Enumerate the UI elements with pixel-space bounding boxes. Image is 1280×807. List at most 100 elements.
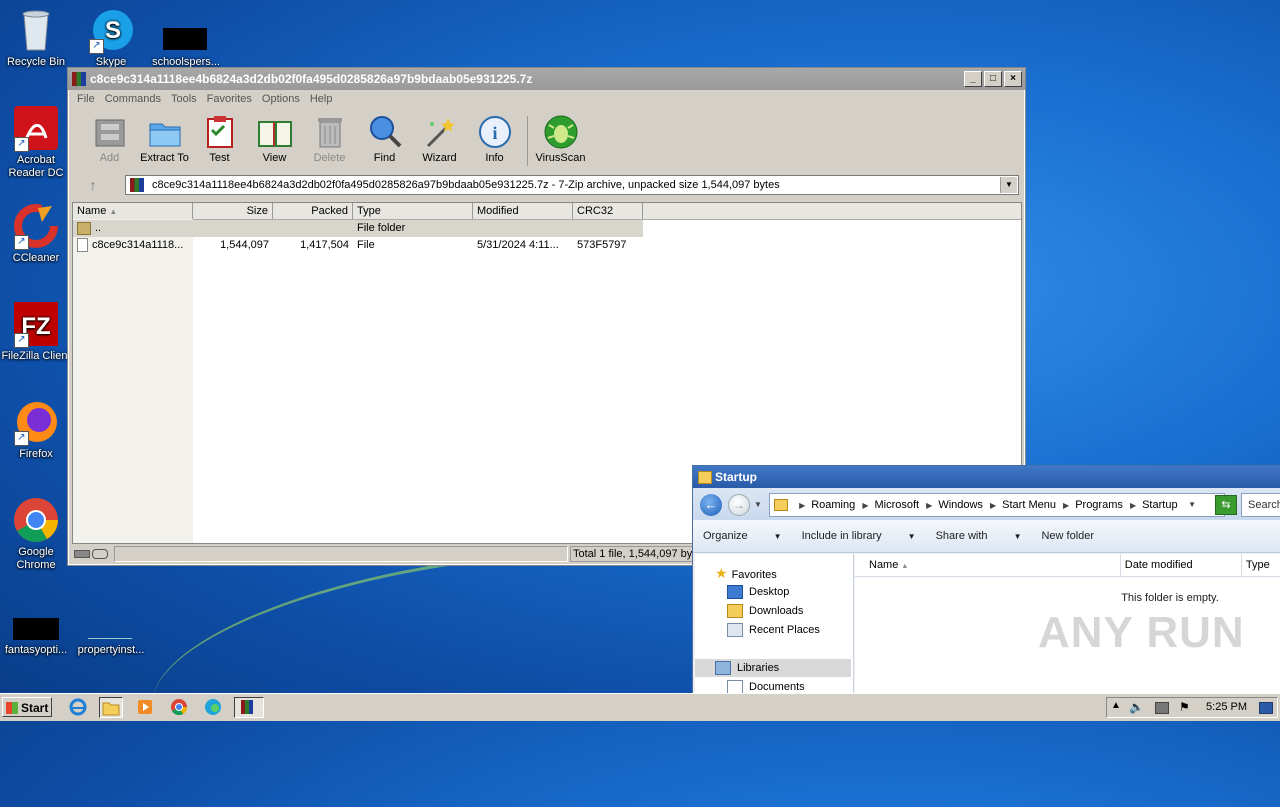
nav-downloads[interactable]: Downloads [727,602,803,620]
desktop-icon-ccleaner[interactable]: ↗ CCleaner [0,202,72,265]
breadcrumb-roaming[interactable]: Roaming [811,499,855,511]
forward-button[interactable]: → [728,494,750,516]
bug-icon [543,114,579,150]
sort-asc-icon: ▲ [109,207,118,216]
extract-to-button[interactable]: Extract To [137,108,192,164]
desktop-icon-firefox[interactable]: ↗ Firefox [0,398,72,461]
share-with-button[interactable]: Share with ▼ [936,530,1022,542]
menu-options[interactable]: Options [257,90,305,108]
sevenzip-app-icon [72,72,86,86]
refresh-button[interactable]: ⇆ [1215,495,1237,515]
explorer-navbar: ← → ▼ ▶ Roaming ▶ Microsoft ▶ Windows ▶ Star… [693,488,1280,520]
empty-folder-message: This folder is empty. [1121,592,1219,604]
menu-favorites[interactable]: Favorites [202,90,257,108]
volume-icon[interactable]: 🔈 [1129,700,1144,714]
desktop-icon-skype[interactable]: S ↗ Skype [75,6,147,69]
chevron-down-icon[interactable]: ▼ [1188,494,1196,516]
folder-icon [77,221,91,235]
ccleaner-icon: ↗ [12,202,60,250]
desktop-icon [727,585,743,600]
show-desktop-button[interactable] [1259,702,1273,714]
find-button[interactable]: Find [357,108,412,164]
test-clipboard-icon [202,114,238,150]
maximize-button[interactable]: □ [984,71,1002,87]
wizard-button[interactable]: Wizard [412,108,467,164]
desktop-icon-acrobat[interactable]: ↗ Acrobat Reader DC [0,104,72,180]
nav-desktop[interactable]: Desktop [727,583,789,601]
chevron-down-icon[interactable]: ▼ [754,500,762,509]
organize-button[interactable]: Organize ▼ [703,530,782,542]
info-button[interactable]: i Info [467,108,522,164]
column-packed[interactable]: Packed [273,203,353,219]
include-in-library-button[interactable]: Include in library ▼ [802,530,916,542]
search-input[interactable]: Search [1241,493,1280,517]
shortcut-arrow-icon: ↗ [14,333,29,348]
taskbar-chrome[interactable] [168,697,192,718]
chevron-down-icon[interactable]: ▼ [1000,177,1017,193]
desktop-icon-fantasyopti[interactable]: fantasyopti... [0,608,72,657]
minimize-button[interactable]: _ [964,71,982,87]
up-folder-button[interactable]: ↑ [73,175,113,195]
view-button[interactable]: View [247,108,302,164]
command-bar: Organize ▼ Include in library ▼ Share with… [693,520,1280,553]
desktop-icon-chrome[interactable]: Google Chrome [0,496,72,572]
taskbar-7zip[interactable] [234,697,264,718]
network-icon[interactable] [1155,702,1169,714]
taskbar-explorer[interactable] [99,697,123,718]
desktop-icon-label: CCleaner [12,252,60,264]
nav-favorites[interactable]: ★ Favorites [715,564,777,582]
desktop-icon-propertyinst[interactable]: propertyinst... [75,608,147,657]
desktop-icon-schoolspers[interactable]: schoolspers... [150,6,222,69]
menu-tools[interactable]: Tools [166,90,202,108]
column-date-modified[interactable]: Date modified [1121,554,1242,576]
breadcrumb-startup[interactable]: Startup [1142,499,1177,511]
svg-text:i: i [492,123,497,143]
desktop-icon-filezilla[interactable]: FZ ↗ FileZilla Client [0,300,72,363]
breadcrumb-start-menu[interactable]: Start Menu [1002,499,1056,511]
star-icon: ★ [715,565,728,581]
window-title: c8ce9c314a1118ee4b6824a3d2db02f0fa495d02… [90,72,533,86]
breadcrumb-microsoft[interactable]: Microsoft [874,499,919,511]
explorer-titlebar[interactable]: Startup [693,466,1280,488]
column-name[interactable]: Name ▲ [73,203,193,219]
shortcut-arrow-icon: ↗ [14,235,29,250]
menu-commands[interactable]: Commands [100,90,166,108]
column-crc32[interactable]: CRC32 [573,203,643,219]
action-center-flag-icon[interactable]: ⚑ [1179,700,1190,714]
chrome-icon [171,699,188,716]
nav-libraries[interactable]: Libraries [695,659,851,677]
new-folder-button[interactable]: New folder [1041,530,1094,542]
explorer-window[interactable]: Startup ← → ▼ ▶ Roaming ▶ Microsoft ▶ Windo… [692,465,1280,695]
breadcrumb[interactable]: ▶ Roaming ▶ Microsoft ▶ Windows ▶ Start Menu… [769,493,1225,517]
delete-button[interactable]: Delete [302,108,357,164]
clock[interactable]: 5:25 PM [1206,698,1247,717]
address-field[interactable]: c8ce9c314a1118ee4b6824a3d2db02f0fa495d02… [125,175,1019,195]
column-type[interactable]: Type [353,203,473,219]
virusscan-button[interactable]: VirusScan [533,108,588,164]
taskbar-ie[interactable] [67,697,91,718]
column-type[interactable]: Type [1242,554,1280,576]
show-hidden-icons-button[interactable]: ▲ [1111,700,1121,711]
nav-recent-places[interactable]: Recent Places [727,621,820,639]
table-row[interactable]: .. File folder [73,220,643,237]
sevenzip-titlebar[interactable]: c8ce9c314a1118ee4b6824a3d2db02f0fa495d02… [68,68,1025,90]
chevron-down-icon: ▼ [907,532,916,541]
test-button[interactable]: Test [192,108,247,164]
back-button[interactable]: ← [700,494,722,516]
recycle-bin-icon [12,6,60,54]
edge-icon [205,699,221,715]
menu-help[interactable]: Help [305,90,338,108]
column-modified[interactable]: Modified [473,203,573,219]
desktop-icon-recycle-bin[interactable]: Recycle Bin [0,6,72,69]
breadcrumb-programs[interactable]: Programs [1075,499,1123,511]
menu-file[interactable]: File [72,90,100,108]
table-row[interactable]: c8ce9c314a1118... 1,544,097 1,417,504 Fi… [73,237,1021,254]
column-size[interactable]: Size [193,203,273,219]
start-button[interactable]: Start [2,697,52,717]
close-button[interactable]: × [1004,71,1022,87]
taskbar-media-player[interactable] [134,697,158,718]
add-button[interactable]: Add [82,108,137,164]
column-name[interactable]: Name ▲ [855,554,1121,576]
taskbar-edge[interactable] [202,697,226,718]
breadcrumb-windows[interactable]: Windows [938,499,983,511]
